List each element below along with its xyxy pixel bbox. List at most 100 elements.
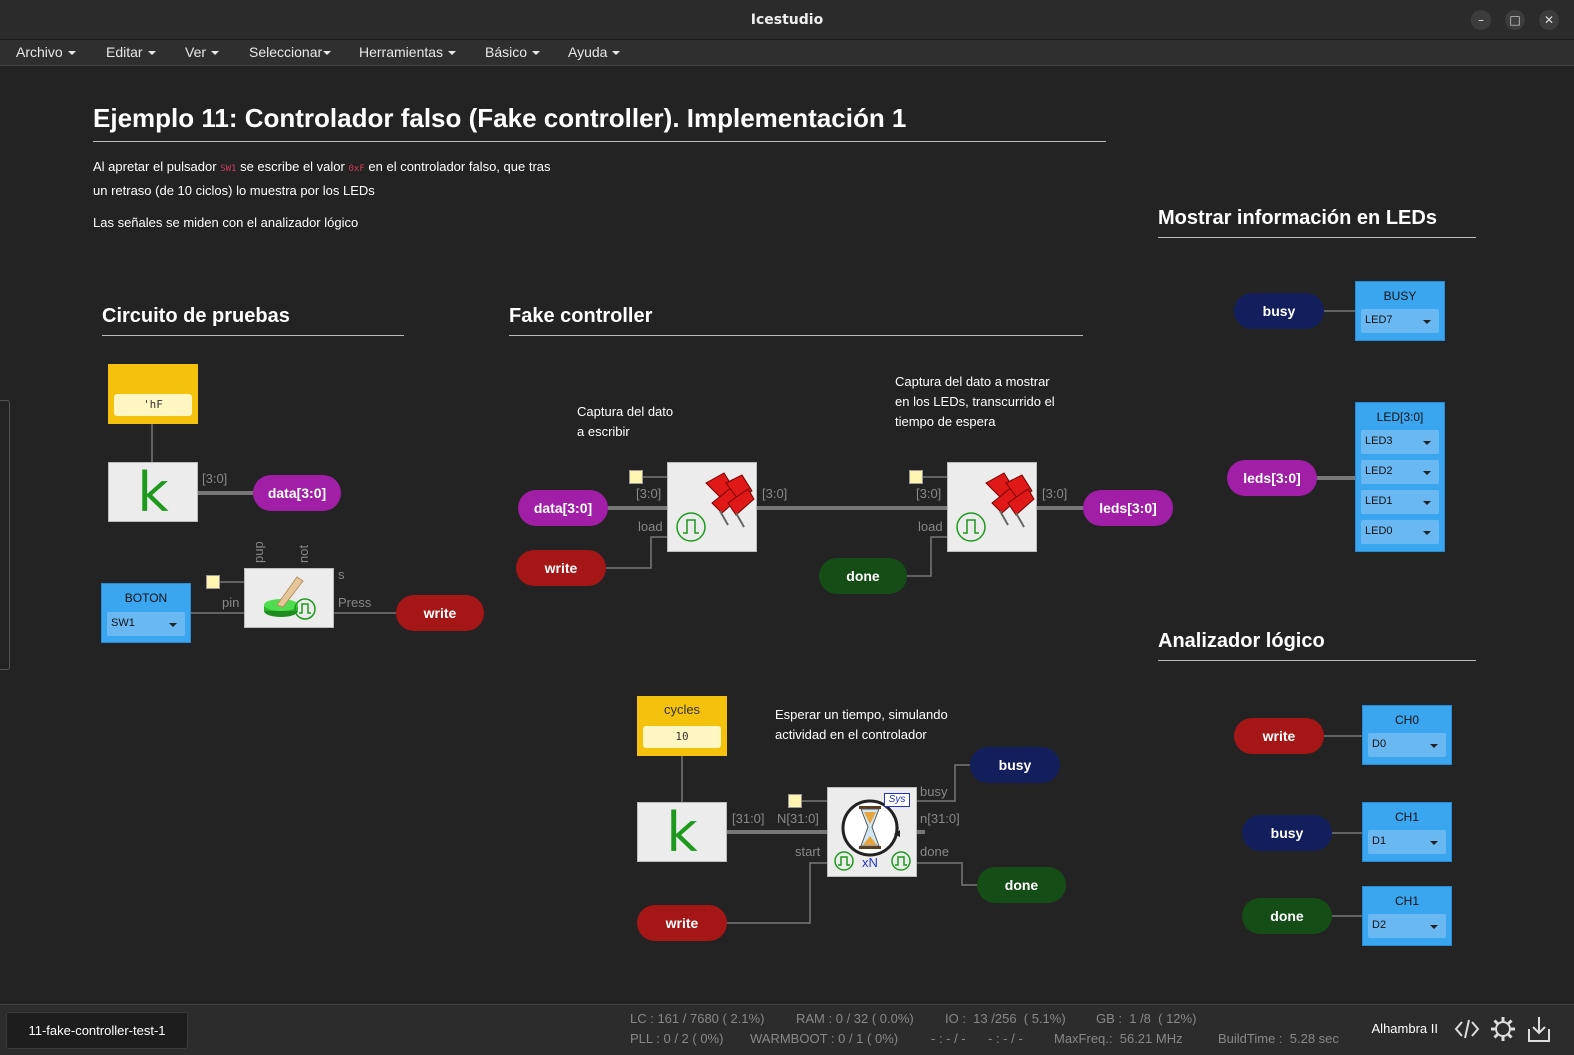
chevron-down-icon xyxy=(67,51,76,56)
label-busy-led[interactable]: busy xyxy=(1234,293,1324,329)
chevron-down-icon xyxy=(1423,531,1431,535)
analyzer-ch1-block[interactable]: CH1 D1 xyxy=(1362,802,1452,862)
timer-block[interactable]: Sys xN xyxy=(827,787,917,877)
analyzer-ch0-block[interactable]: CH0 D0 xyxy=(1362,705,1452,765)
chevron-down-icon xyxy=(1423,501,1431,505)
button-block[interactable] xyxy=(244,568,334,628)
port-pup-label: pup xyxy=(251,541,266,563)
cycles-value-field[interactable]: 10 xyxy=(643,726,721,748)
label-write[interactable]: write xyxy=(396,595,484,631)
label-data-in[interactable]: data[3:0] xyxy=(518,490,608,526)
label-write-in[interactable]: write xyxy=(516,550,606,586)
pin-select-d2[interactable]: D2 xyxy=(1368,914,1446,938)
analyzer-ch2-block[interactable]: CH1 D2 xyxy=(1362,886,1452,946)
close-button[interactable]: ✕ xyxy=(1539,10,1559,30)
section-test-circuit: Circuito de pruebas xyxy=(102,305,290,327)
chevron-down-icon xyxy=(612,51,621,56)
block-label: CH1 xyxy=(1394,894,1419,908)
input-boton-block[interactable]: BOTON SW1 xyxy=(101,583,191,643)
menu-seleccionar[interactable]: Seleccionar xyxy=(249,44,332,60)
pin-select-led0[interactable]: LED0 xyxy=(1361,520,1439,544)
constant-k-block[interactable]: k xyxy=(108,461,198,524)
block-label: BOTON xyxy=(124,591,168,605)
side-panel-handle[interactable] xyxy=(0,400,10,670)
minimize-button[interactable]: – xyxy=(1471,10,1491,30)
stat-ram: RAM : 0 / 32 ( 0.0%) xyxy=(796,1011,914,1026)
upload-icon[interactable] xyxy=(1527,1015,1551,1043)
section-divider xyxy=(1158,660,1476,661)
code-icon[interactable] xyxy=(1454,1017,1480,1041)
gear-icon[interactable] xyxy=(1490,1016,1516,1042)
constant-value-field[interactable]: 'hF xyxy=(114,394,192,416)
label-leds-out[interactable]: leds[3:0] xyxy=(1083,490,1173,526)
menu-basico[interactable]: Básico xyxy=(485,44,541,60)
label-write-timer[interactable]: write xyxy=(637,905,727,941)
status-bar: 11-fake-controller-test-1 LC : 161 / 768… xyxy=(0,1004,1574,1055)
port-load-label: load xyxy=(638,519,663,534)
section-divider xyxy=(1158,237,1476,238)
chevron-down-icon xyxy=(1430,744,1438,748)
comment-capture-show: Captura del dato a mostrar en los LEDs, … xyxy=(895,372,1055,432)
menu-ver[interactable]: Ver xyxy=(185,44,220,60)
menu-label: Seleccionar xyxy=(249,44,323,60)
output-leds-block[interactable]: LED[3:0] LED3 LED2 LED1 LED0 xyxy=(1355,402,1445,552)
label-done-in[interactable]: done xyxy=(819,558,907,594)
pin-value: LED2 xyxy=(1365,465,1393,477)
section-divider xyxy=(102,335,404,336)
project-name[interactable]: 11-fake-controller-test-1 xyxy=(6,1012,188,1049)
section-fake-controller: Fake controller xyxy=(509,305,653,327)
pin-select-led1[interactable]: LED1 xyxy=(1361,490,1439,514)
pin-select-d1[interactable]: D1 xyxy=(1368,830,1446,854)
menu-label: Básico xyxy=(485,44,528,60)
label-write-analyzer[interactable]: write xyxy=(1234,718,1324,754)
pin-select-led2[interactable]: LED2 xyxy=(1361,460,1439,484)
pin-value: D0 xyxy=(1372,738,1387,750)
port-bus-label: [3:0] xyxy=(762,486,788,501)
chevron-down-icon xyxy=(211,51,220,56)
board-selector[interactable]: Alhambra II xyxy=(1372,1021,1438,1036)
label-data[interactable]: data[3:0] xyxy=(253,475,341,511)
label-busy-out[interactable]: busy xyxy=(970,747,1060,783)
pin-icon xyxy=(676,472,755,542)
constant-k-block[interactable]: k xyxy=(637,802,727,863)
chevron-down-icon xyxy=(532,51,541,56)
clock-input-marker xyxy=(909,470,923,484)
label-busy-analyzer[interactable]: busy xyxy=(1242,815,1332,851)
cycles-param-block[interactable]: cycles 10 xyxy=(637,696,727,756)
chevron-down-icon xyxy=(147,51,156,56)
clock-input-marker xyxy=(629,470,643,484)
pin-select-led3[interactable]: LED3 xyxy=(1361,430,1439,454)
block-label: BUSY xyxy=(1383,289,1417,303)
block-label: CH1 xyxy=(1394,810,1419,824)
label-done-analyzer[interactable]: done xyxy=(1242,898,1332,934)
label-done-out[interactable]: done xyxy=(977,867,1066,903)
desc-text: un retraso (de 10 ciclos) lo muestra por… xyxy=(93,183,375,198)
menu-editar[interactable]: Editar xyxy=(106,44,156,60)
register-block-1[interactable] xyxy=(667,462,757,552)
comment-text: tiempo de espera xyxy=(895,414,996,429)
description-block: Al apretar el pulsador SW1 se escribe el… xyxy=(93,156,613,201)
chevron-down-icon xyxy=(1423,471,1431,475)
pin-select-sw1[interactable]: SW1 xyxy=(107,612,185,636)
section-divider xyxy=(509,335,1083,336)
pin-value: SW1 xyxy=(111,617,135,629)
port-busy-label: busy xyxy=(920,784,948,799)
menu-archivo[interactable]: Archivo xyxy=(16,44,76,60)
register-block-2[interactable] xyxy=(947,462,1037,552)
design-canvas[interactable]: Ejemplo 11: Controlador falso (Fake cont… xyxy=(0,67,1574,1004)
menu-label: Herramientas xyxy=(359,44,444,60)
maximize-button[interactable]: □ xyxy=(1505,10,1525,30)
label-leds-panel[interactable]: leds[3:0] xyxy=(1227,460,1317,496)
menu-herramientas[interactable]: Herramientas xyxy=(359,44,457,60)
pin-select-led7[interactable]: LED7 xyxy=(1361,309,1439,333)
window-title: Icestudio xyxy=(750,12,824,28)
menu-ayuda[interactable]: Ayuda xyxy=(568,44,621,60)
xn-label: xN xyxy=(862,855,878,870)
pin-select-d0[interactable]: D0 xyxy=(1368,733,1446,757)
stat-dash1: - : - / - xyxy=(931,1031,966,1046)
k-icon: k xyxy=(137,461,169,524)
constant-param-block[interactable]: 'hF xyxy=(108,364,198,424)
menu-label: Archivo xyxy=(16,44,63,60)
output-busy-block[interactable]: BUSY LED7 xyxy=(1355,281,1445,341)
comment-capture-write: Captura del dato a escribir xyxy=(577,402,673,442)
